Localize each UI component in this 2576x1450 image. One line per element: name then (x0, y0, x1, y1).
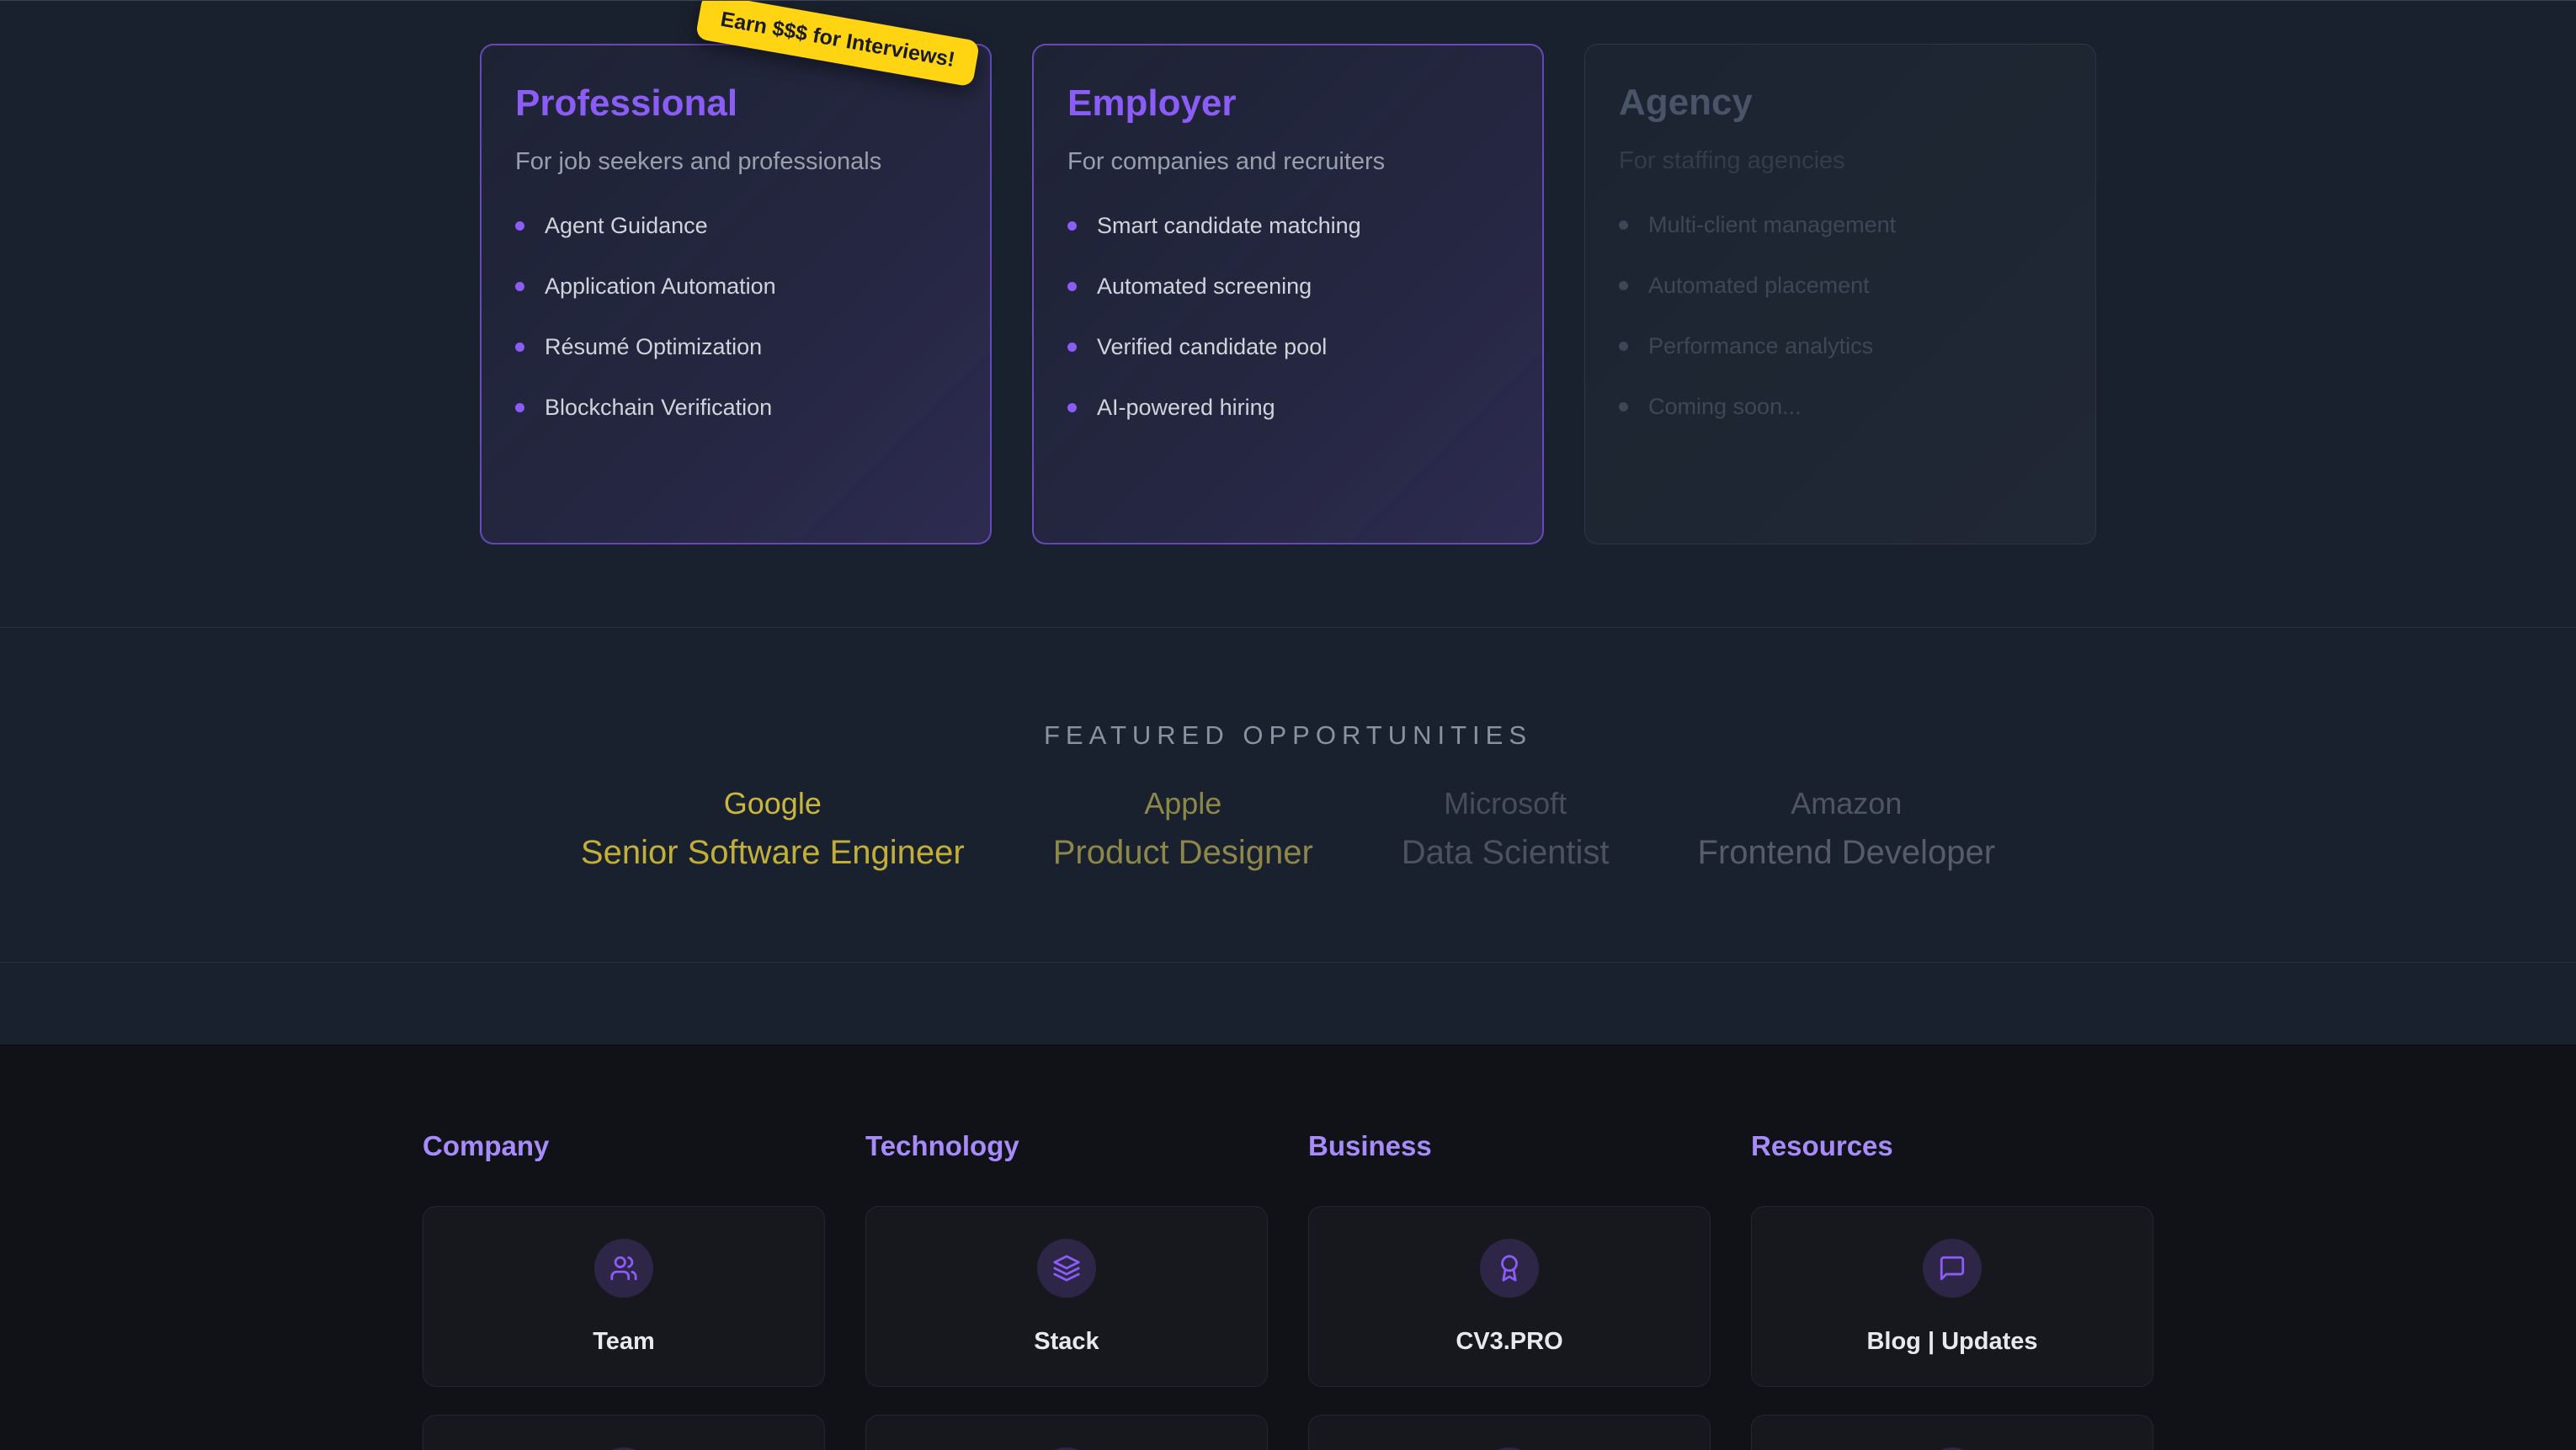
featured-job-microsoft[interactable]: Microsoft Data Scientist (1402, 785, 1610, 872)
feature-label: AI-powered hiring (1097, 395, 1275, 421)
bullet-dot-icon (1067, 282, 1077, 291)
footer: Company Team Technology (0, 1044, 2576, 1450)
feature-label: Agent Guidance (545, 213, 708, 239)
plan-card-professional[interactable]: Earn $$$ for Interviews! Professional Fo… (480, 44, 992, 544)
footer-column-heading: Technology (865, 1130, 1268, 1162)
feature-item: Coming soon... (1619, 394, 2062, 421)
featured-job-google[interactable]: Google Senior Software Engineer (581, 785, 965, 872)
message-icon (1938, 1254, 1967, 1283)
feature-label: Verified candidate pool (1097, 334, 1327, 360)
feature-label: Application Automation (545, 274, 776, 300)
footer-column-heading: Resources (1751, 1130, 2153, 1162)
earn-badge: Earn $$$ for Interviews! (695, 0, 981, 88)
job-company: Amazon (1791, 785, 1902, 821)
footer-card-partial[interactable] (1751, 1415, 2153, 1450)
bullet-dot-icon (515, 343, 524, 352)
bullet-dot-icon (1067, 221, 1077, 231)
feature-item: Automated screening (1067, 274, 1509, 300)
icon-circle (1923, 1239, 1982, 1298)
feature-item: Smart candidate matching (1067, 213, 1509, 240)
job-company: Microsoft (1444, 785, 1567, 821)
footer-card-cv3pro[interactable]: CV3.PRO (1308, 1206, 1711, 1387)
job-company: Google (724, 785, 822, 821)
award-icon (1495, 1254, 1524, 1283)
feature-item: Performance analytics (1619, 333, 2062, 360)
featured-job-amazon[interactable]: Amazon Frontend Developer (1698, 785, 1996, 872)
bullet-dot-icon (515, 403, 524, 412)
job-role: Senior Software Engineer (581, 833, 965, 872)
job-company: Apple (1144, 785, 1221, 821)
footer-card-label: Team (593, 1328, 655, 1356)
bullet-dot-icon (1619, 220, 1628, 230)
footer-column-heading: Business (1308, 1130, 1711, 1162)
plan-card-agency: Agency For staffing agencies Multi-clien… (1584, 44, 2096, 544)
plan-subtitle: For job seekers and professionals (515, 147, 956, 176)
footer-card-partial[interactable] (1308, 1415, 1711, 1450)
feature-label: Automated placement (1648, 273, 1870, 299)
footer-card-label: Stack (1034, 1328, 1099, 1356)
feature-item: Application Automation (515, 274, 956, 300)
footer-column-business: Business CV3.PRO (1308, 1130, 1711, 1450)
plan-card-employer[interactable]: Employer For companies and recruiters Sm… (1032, 44, 1544, 544)
footer-column-resources: Resources Blog | Updates (1751, 1130, 2153, 1450)
feature-item: Verified candidate pool (1067, 334, 1509, 361)
footer-card-partial[interactable] (865, 1415, 1268, 1450)
bullet-dot-icon (1619, 281, 1628, 290)
plan-title: Agency (1619, 82, 2062, 125)
feature-item: Multi-client management (1619, 212, 2062, 239)
footer-column-company: Company Team (423, 1130, 825, 1450)
icon-circle (594, 1239, 653, 1298)
feature-item: AI-powered hiring (1067, 395, 1509, 422)
feature-item: Agent Guidance (515, 213, 956, 240)
icon-circle (1037, 1239, 1096, 1298)
icon-circle (1480, 1239, 1539, 1298)
section-spacer (0, 963, 2576, 1044)
job-role: Product Designer (1053, 833, 1313, 872)
footer-card-label: CV3.PRO (1456, 1328, 1562, 1356)
footer-card-label: Blog | Updates (1866, 1328, 2037, 1356)
bullet-dot-icon (1619, 402, 1628, 412)
bullet-dot-icon (515, 221, 524, 231)
feature-item: Blockchain Verification (515, 395, 956, 422)
plan-subtitle: For companies and recruiters (1067, 147, 1509, 176)
footer-column-technology: Technology Stack (865, 1130, 1268, 1450)
feature-item: Résumé Optimization (515, 334, 956, 361)
featured-heading: FEATURED OPPORTUNITIES (0, 722, 2576, 748)
feature-item: Automated placement (1619, 273, 2062, 300)
plans-row: Earn $$$ for Interviews! Professional Fo… (480, 1, 2096, 544)
plan-title: Professional (515, 82, 956, 125)
footer-card-team[interactable]: Team (423, 1206, 825, 1387)
page: Earn $$$ for Interviews! Professional Fo… (0, 0, 2576, 1450)
feature-label: Automated screening (1097, 274, 1312, 300)
feature-label: Performance analytics (1648, 333, 1873, 359)
plans-section: Earn $$$ for Interviews! Professional Fo… (0, 1, 2576, 628)
plan-features: Multi-client management Automated placem… (1619, 212, 2062, 421)
bullet-dot-icon (1619, 342, 1628, 351)
feature-label: Résumé Optimization (545, 334, 762, 360)
feature-label: Blockchain Verification (545, 395, 772, 421)
job-role: Data Scientist (1402, 833, 1610, 872)
footer-card-stack[interactable]: Stack (865, 1206, 1268, 1387)
users-icon (609, 1254, 638, 1283)
job-role: Frontend Developer (1698, 833, 1996, 872)
plan-title: Employer (1067, 82, 1509, 125)
footer-card-partial[interactable] (423, 1415, 825, 1450)
plan-features: Smart candidate matching Automated scree… (1067, 213, 1509, 422)
featured-section: FEATURED OPPORTUNITIES Google Senior Sof… (0, 628, 2576, 963)
plan-subtitle: For staffing agencies (1619, 146, 2062, 175)
bullet-dot-icon (1067, 343, 1077, 352)
layers-icon (1052, 1254, 1081, 1283)
footer-card-blog[interactable]: Blog | Updates (1751, 1206, 2153, 1387)
featured-job-apple[interactable]: Apple Product Designer (1053, 785, 1313, 872)
footer-column-heading: Company (423, 1130, 825, 1162)
footer-columns: Company Team Technology (423, 1130, 2153, 1450)
feature-label: Coming soon... (1648, 394, 1802, 420)
plan-features: Agent Guidance Application Automation Ré… (515, 213, 956, 422)
feature-label: Multi-client management (1648, 212, 1896, 238)
bullet-dot-icon (515, 282, 524, 291)
feature-label: Smart candidate matching (1097, 213, 1361, 239)
featured-jobs-row: Google Senior Software Engineer Apple Pr… (0, 785, 2576, 872)
bullet-dot-icon (1067, 403, 1077, 412)
